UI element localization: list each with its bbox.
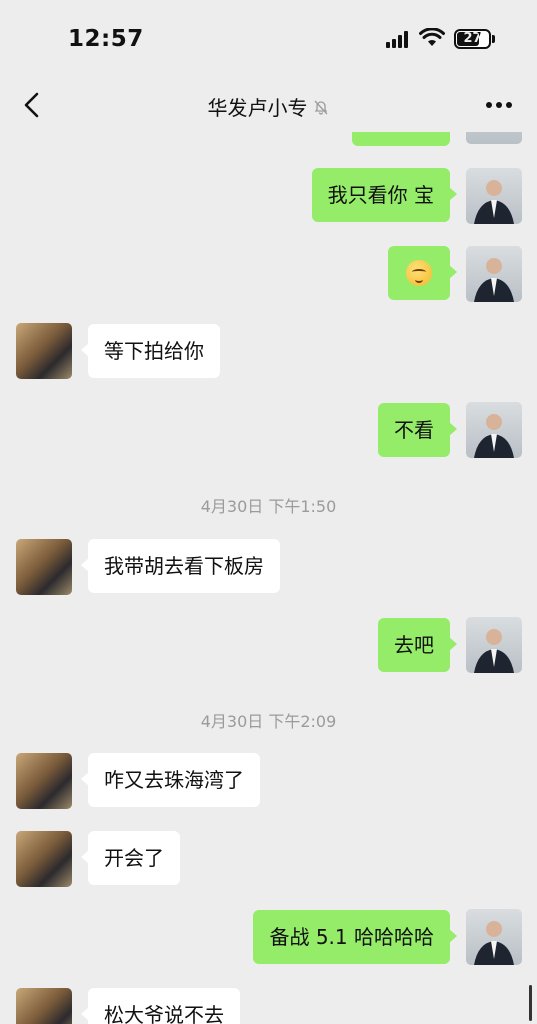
my-avatar[interactable] bbox=[466, 402, 522, 458]
message-text: 我只看你 宝 bbox=[327, 183, 434, 207]
contact-avatar[interactable] bbox=[16, 539, 72, 595]
battery-level: 27 bbox=[463, 31, 482, 46]
contact-avatar[interactable] bbox=[16, 323, 72, 379]
my-avatar[interactable] bbox=[466, 617, 522, 673]
my-avatar[interactable] bbox=[466, 909, 522, 965]
message-bubble-them[interactable]: 我带胡去看下板房 bbox=[81, 539, 280, 593]
person-photo bbox=[474, 258, 514, 302]
message-text: 我带胡去看下板房 bbox=[104, 554, 264, 578]
message-text: 不看 bbox=[394, 418, 434, 442]
message-bubble-me[interactable]: 去吧 bbox=[378, 618, 457, 672]
message-bubble-me[interactable]: 备战 5.1 哈哈哈哈 bbox=[253, 910, 457, 964]
chat-title-area: 华发卢小专 bbox=[0, 92, 537, 121]
message-text: 等下拍给你 bbox=[104, 339, 204, 363]
message-text: 咋又去珠海湾了 bbox=[104, 768, 244, 792]
message-bubble-me[interactable]: 我只看你 宝 bbox=[311, 168, 458, 222]
chat-title: 华发卢小专 bbox=[207, 96, 308, 120]
message-text: 开会了 bbox=[104, 846, 164, 870]
status-bar: 12:57 27 bbox=[0, 0, 537, 80]
message-text: 备战 5.1 哈哈哈哈 bbox=[269, 925, 434, 949]
message-bubble-me[interactable] bbox=[388, 246, 457, 300]
smiling-face-emoji-icon bbox=[406, 260, 432, 286]
person-photo bbox=[474, 414, 514, 458]
message-text: 去吧 bbox=[394, 633, 434, 657]
person-photo bbox=[474, 629, 514, 673]
my-avatar[interactable] bbox=[466, 246, 522, 302]
message-bubble-them[interactable]: 开会了 bbox=[81, 831, 180, 885]
battery-icon: 27 bbox=[454, 29, 491, 49]
message-timestamp: 4月30日 下午1:50 bbox=[200, 497, 337, 516]
contact-avatar[interactable] bbox=[16, 753, 72, 809]
more-options-icon[interactable] bbox=[484, 100, 514, 110]
person-photo bbox=[474, 921, 514, 965]
contact-avatar[interactable] bbox=[16, 831, 72, 887]
message-bubble-them[interactable]: 咋又去珠海湾了 bbox=[81, 753, 260, 807]
battery-tip bbox=[492, 35, 495, 43]
contact-avatar[interactable] bbox=[16, 988, 72, 1024]
chat-message-list[interactable]: 我只看你 宝 等下拍给你 不看 4月30日 下午1:50 我带胡去看下板房 去吧… bbox=[0, 132, 537, 1024]
status-time: 12:57 bbox=[68, 26, 144, 52]
scrollbar[interactable] bbox=[529, 985, 532, 1021]
my-avatar[interactable] bbox=[466, 168, 522, 224]
message-bubble-them[interactable]: 松大爷说不去 bbox=[81, 988, 240, 1024]
cellular-signal-icon bbox=[386, 31, 412, 48]
chat-header: 华发卢小专 bbox=[0, 80, 537, 132]
message-timestamp: 4月30日 下午2:09 bbox=[200, 712, 337, 731]
my-avatar[interactable] bbox=[466, 132, 522, 144]
mute-bell-icon bbox=[314, 100, 327, 115]
previous-message-bubble[interactable] bbox=[352, 132, 450, 146]
message-bubble-me[interactable]: 不看 bbox=[378, 403, 457, 457]
wifi-icon bbox=[419, 28, 445, 46]
person-photo bbox=[474, 180, 514, 224]
message-bubble-them[interactable]: 等下拍给你 bbox=[81, 324, 220, 378]
message-text: 松大爷说不去 bbox=[104, 1003, 224, 1024]
